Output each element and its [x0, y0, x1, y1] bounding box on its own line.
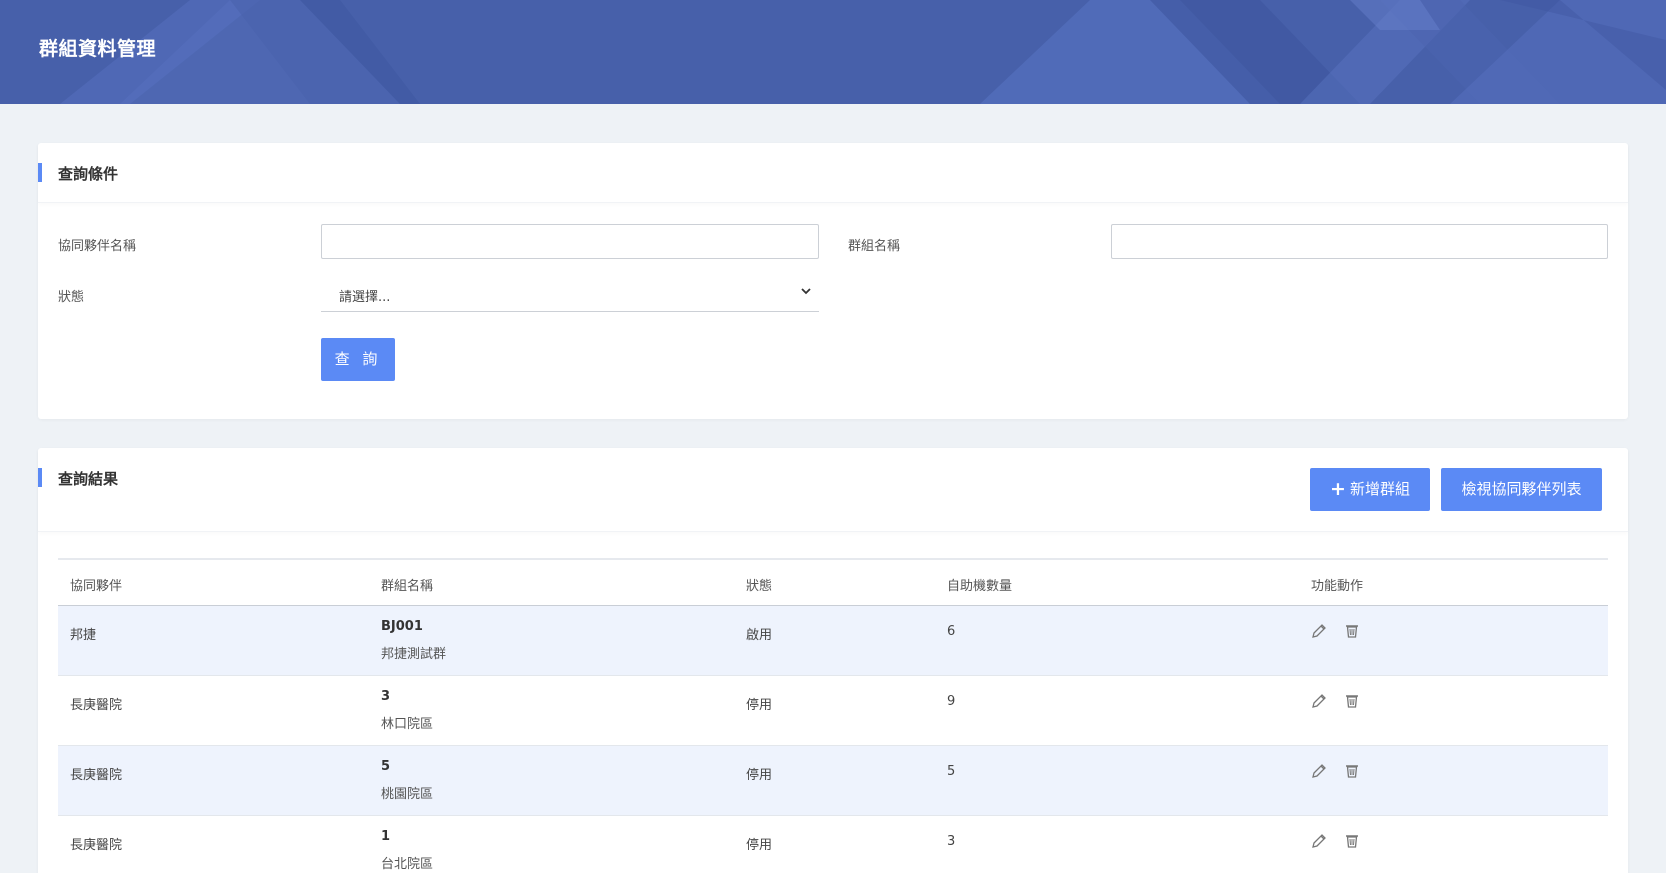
pencil-icon[interactable] [1311, 623, 1327, 639]
status-select-value: 請選擇... [339, 290, 391, 305]
row-status: 停用 [746, 768, 773, 783]
row-group-code: BJ001 [381, 619, 423, 634]
row-partner: 邦捷 [70, 628, 97, 643]
header-pattern [60, 0, 1666, 104]
results-panel-header: 查詢結果 + 新增群組 檢視協同夥伴列表 [38, 448, 1628, 532]
col-group-name: 群組名稱 [381, 579, 434, 594]
row-kiosk-count: 9 [947, 694, 956, 709]
group-name-input[interactable] [1111, 224, 1608, 259]
row-actions [1311, 833, 1373, 853]
row-group: BJ001 邦捷測試群 [381, 619, 446, 662]
row-group: 1 台北院區 [381, 829, 433, 872]
col-partner: 協同夥伴 [70, 579, 123, 594]
plus-icon: + [1330, 478, 1346, 500]
trash-icon[interactable] [1344, 693, 1360, 709]
row-group-code: 5 [381, 759, 391, 774]
table-row: 長庚醫院 1 台北院區 停用 3 [58, 816, 1608, 873]
results-panel: 查詢結果 + 新增群組 檢視協同夥伴列表 協同夥伴 群組名稱 狀態 自助機數量 功… [38, 448, 1628, 873]
table-row: 邦捷 BJ001 邦捷測試群 啟用 6 [58, 606, 1608, 676]
row-group-name: 林口院區 [381, 717, 434, 732]
row-group: 3 林口院區 [381, 689, 433, 732]
partner-name-label: 協同夥伴名稱 [58, 239, 137, 254]
pencil-icon[interactable] [1311, 693, 1327, 709]
row-actions [1311, 623, 1373, 643]
trash-icon[interactable] [1344, 763, 1360, 779]
table-row: 長庚醫院 3 林口院區 停用 9 [58, 676, 1608, 746]
status-label: 狀態 [58, 290, 85, 305]
col-actions: 功能動作 [1311, 579, 1364, 594]
page-header: 群組資料管理 [0, 0, 1666, 104]
results-table: 協同夥伴 群組名稱 狀態 自助機數量 功能動作 邦捷 BJ001 邦捷測試群 啟… [58, 558, 1608, 873]
col-kiosk-count: 自助機數量 [947, 579, 1013, 594]
row-group-code: 1 [381, 829, 391, 844]
row-partner: 長庚醫院 [70, 768, 123, 783]
row-partner: 長庚醫院 [70, 698, 123, 713]
col-status: 狀態 [746, 579, 773, 594]
row-status: 停用 [746, 838, 773, 853]
query-button[interactable]: 查 詢 [321, 338, 395, 381]
row-actions [1311, 693, 1373, 713]
row-group-name: 台北院區 [381, 857, 434, 872]
row-group: 5 桃園院區 [381, 759, 433, 802]
row-kiosk-count: 5 [947, 764, 956, 779]
row-group-name: 桃園院區 [381, 787, 434, 802]
table-header: 協同夥伴 群組名稱 狀態 自助機數量 功能動作 [58, 560, 1608, 606]
row-status: 停用 [746, 698, 773, 713]
query-panel: 查詢條件 協同夥伴名稱 群組名稱 狀態 請選擇... 查 詢 [38, 143, 1628, 419]
add-group-label: 新增群組 [1349, 480, 1410, 498]
row-group-name: 邦捷測試群 [381, 647, 447, 662]
view-partners-button[interactable]: 檢視協同夥伴列表 [1441, 468, 1602, 511]
row-kiosk-count: 6 [947, 624, 956, 639]
row-kiosk-count: 3 [947, 834, 956, 849]
partner-name-input[interactable] [321, 224, 819, 259]
row-actions [1311, 763, 1373, 783]
pencil-icon[interactable] [1311, 833, 1327, 849]
row-status: 啟用 [746, 628, 773, 643]
table-row: 長庚醫院 5 桃園院區 停用 5 [58, 746, 1608, 816]
row-partner: 長庚醫院 [70, 838, 123, 853]
row-group-code: 3 [381, 689, 391, 704]
section-accent-bar [38, 163, 42, 182]
page-title: 群組資料管理 [39, 38, 157, 60]
chevron-down-icon [799, 284, 813, 302]
add-group-button[interactable]: + 新增群組 [1310, 468, 1430, 511]
pencil-icon[interactable] [1311, 763, 1327, 779]
query-panel-header: 查詢條件 [38, 143, 1628, 203]
results-section-title: 查詢結果 [58, 470, 119, 488]
group-name-label: 群組名稱 [848, 239, 901, 254]
trash-icon[interactable] [1344, 833, 1360, 849]
trash-icon[interactable] [1344, 623, 1360, 639]
query-section-title: 查詢條件 [58, 165, 119, 183]
section-accent-bar [38, 468, 42, 487]
status-select[interactable]: 請選擇... [321, 274, 819, 312]
